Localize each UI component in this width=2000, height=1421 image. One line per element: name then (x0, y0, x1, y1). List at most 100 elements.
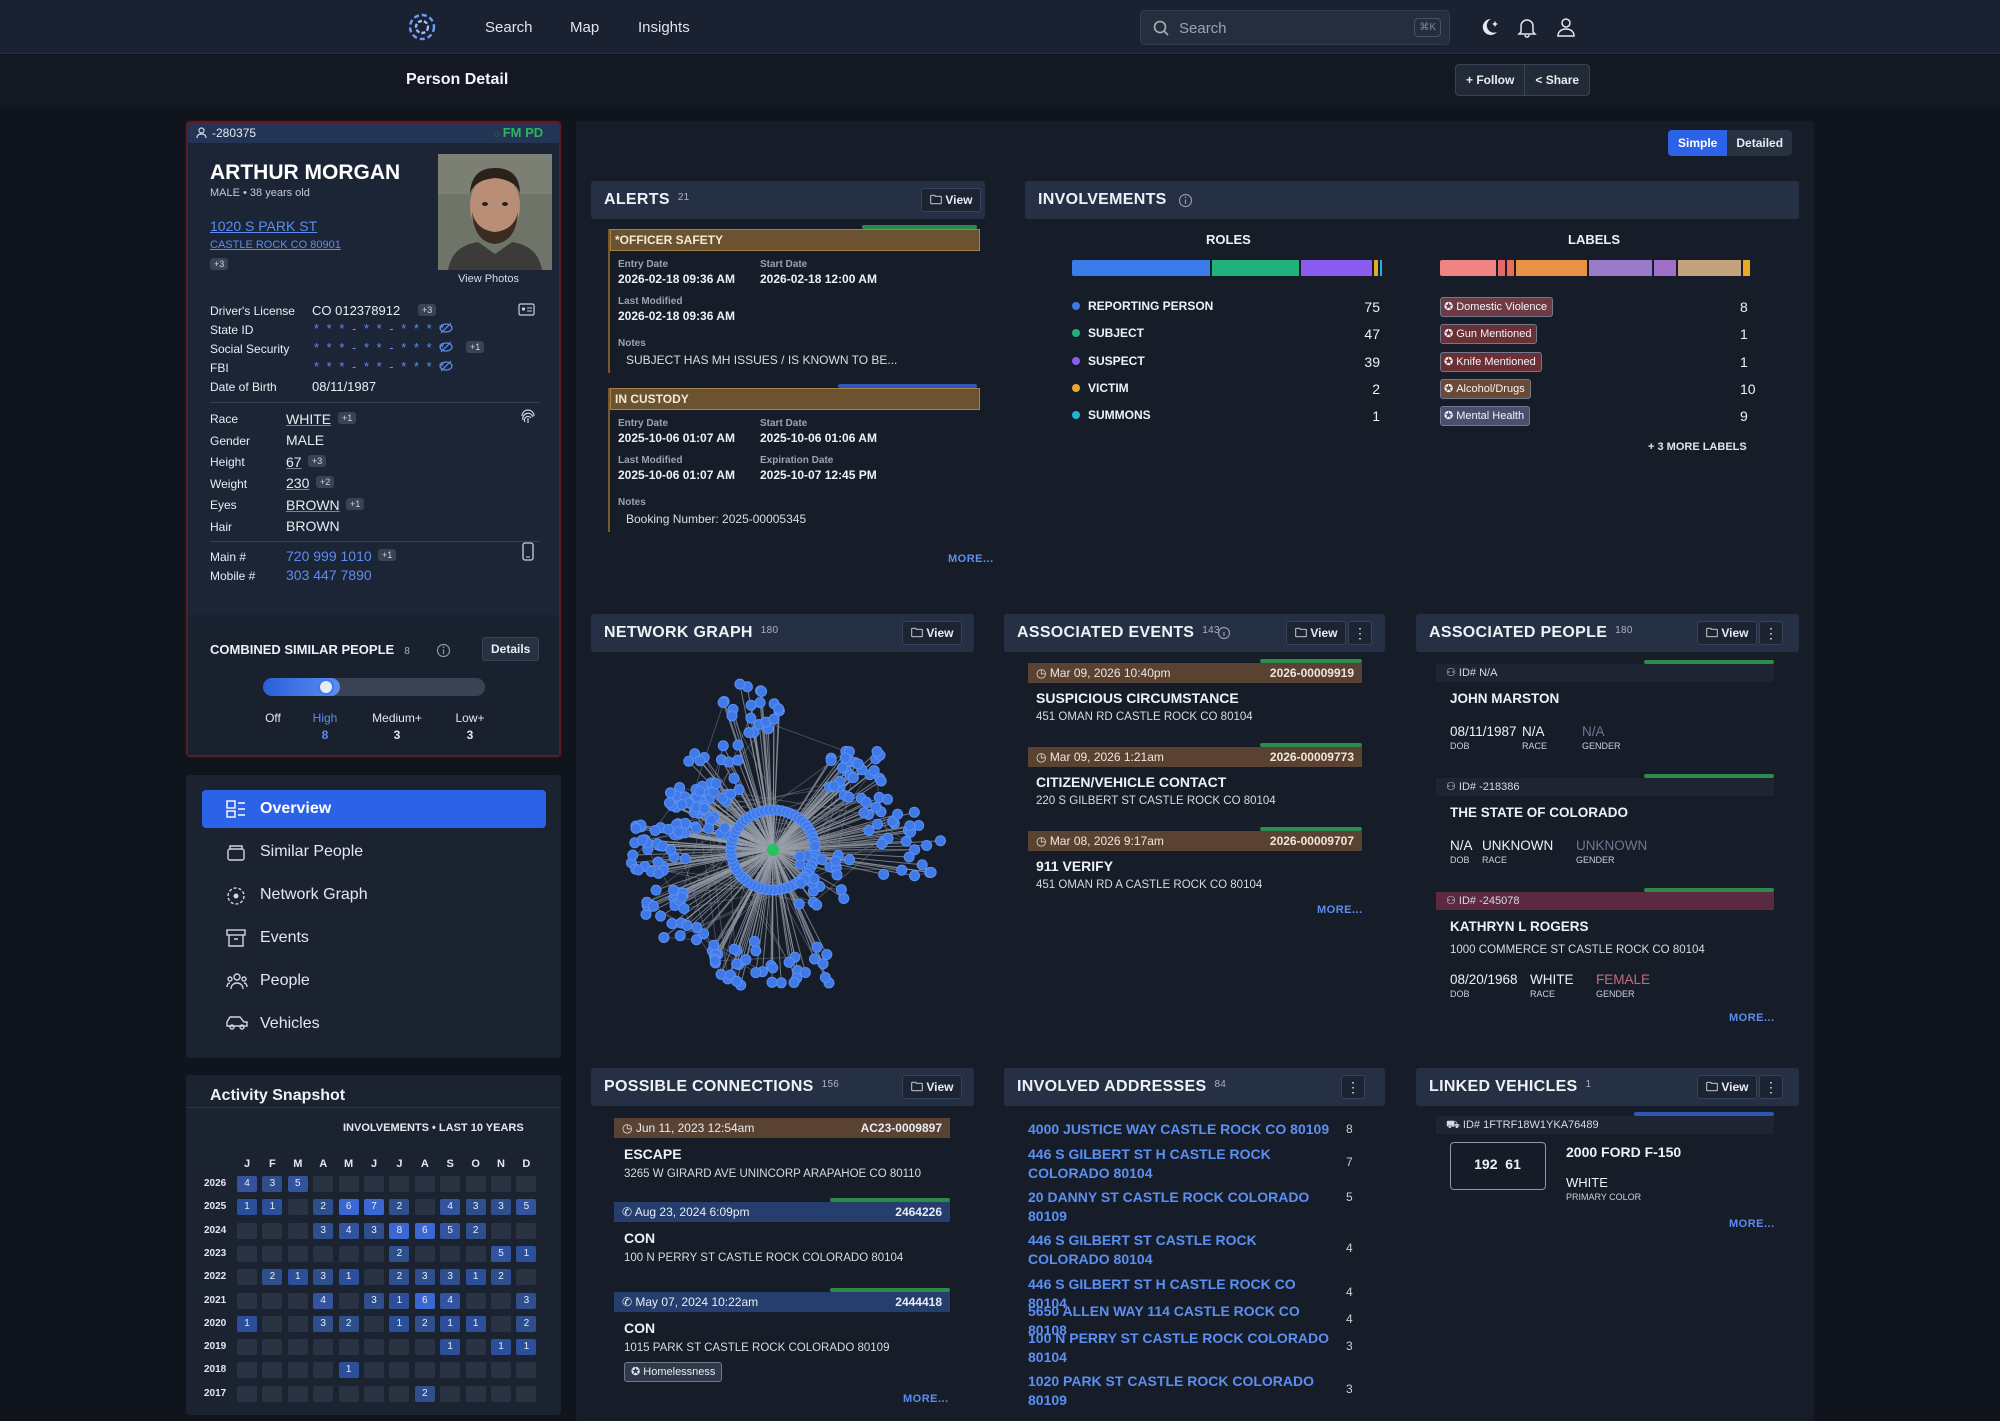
graph-node[interactable] (680, 854, 690, 864)
graph-node[interactable] (732, 976, 742, 986)
share-button[interactable]: < Share (1524, 65, 1589, 95)
main-phone-value[interactable]: 720 999 1010 (286, 548, 372, 564)
heatmap-cell[interactable]: 2 (389, 1199, 409, 1215)
graph-node[interactable] (656, 911, 666, 921)
graph-node[interactable] (692, 923, 702, 933)
graph-node[interactable] (840, 753, 850, 763)
heatmap-cell[interactable] (440, 1362, 460, 1378)
graph-node[interactable] (917, 860, 927, 870)
heatmap-cell[interactable] (313, 1362, 333, 1378)
heatmap-cell[interactable] (237, 1339, 257, 1355)
graph-node[interactable] (677, 800, 687, 810)
person-photo[interactable] (438, 154, 552, 270)
graph-node[interactable] (767, 977, 777, 987)
theme-toggle-icon[interactable] (1478, 16, 1500, 38)
heatmap-cell[interactable] (262, 1386, 282, 1402)
graph-node[interactable] (848, 773, 858, 783)
labels-bar-segment[interactable] (1498, 260, 1505, 276)
heatmap-cell[interactable]: 2 (516, 1316, 536, 1332)
heatmap-cell[interactable]: 2 (389, 1246, 409, 1262)
similarity-level-label[interactable]: Low+ (455, 711, 484, 725)
graph-node[interactable] (836, 885, 846, 895)
graph-node[interactable] (654, 868, 664, 878)
heatmap-cell[interactable] (288, 1339, 308, 1355)
graph-node[interactable] (679, 904, 689, 914)
eyes-value[interactable]: BROWN (286, 497, 340, 513)
simple-view-button[interactable]: Simple (1668, 130, 1727, 156)
graph-node[interactable] (831, 856, 841, 866)
vehicle-card[interactable]: ⛟ ID# 1FTRF18W1YKA76489 192 61 2000 FORD… (1436, 1116, 1774, 1206)
graph-node[interactable] (897, 865, 907, 875)
vehicles-view-button[interactable]: 🗀 View (1697, 1075, 1757, 1099)
heatmap-cell[interactable] (440, 1246, 460, 1262)
people-more-link[interactable]: MORE... (1729, 1012, 1775, 1024)
alerts-view-button[interactable]: 🗀 View (921, 188, 981, 212)
heatmap-cell[interactable]: 2 (466, 1223, 486, 1239)
graph-node[interactable] (905, 821, 915, 831)
heatmap-cell[interactable]: 7 (364, 1199, 384, 1215)
heatmap-cell[interactable] (364, 1339, 384, 1355)
role-row[interactable]: SUSPECT39 (1072, 354, 1380, 372)
heatmap-cell[interactable]: 1 (466, 1316, 486, 1332)
graph-node[interactable] (732, 959, 742, 969)
graph-node[interactable] (877, 839, 887, 849)
graph-node[interactable] (664, 798, 674, 808)
similar-details-button[interactable]: Details (482, 637, 539, 661)
heatmap-cell[interactable]: 3 (262, 1176, 282, 1192)
graph-node[interactable] (720, 823, 730, 833)
heatmap-cell[interactable] (237, 1293, 257, 1309)
heatmap-cell[interactable]: 1 (389, 1316, 409, 1332)
heatmap-cell[interactable] (364, 1176, 384, 1192)
heatmap-cell[interactable]: 1 (262, 1199, 282, 1215)
heatmap-cell[interactable] (339, 1339, 359, 1355)
similarity-level-label[interactable]: Off (265, 711, 281, 725)
role-row[interactable]: VICTIM2 (1072, 381, 1380, 399)
heatmap-cell[interactable] (491, 1293, 511, 1309)
heatmap-cell[interactable]: 1 (491, 1339, 511, 1355)
graph-node[interactable] (829, 781, 839, 791)
heatmap-cell[interactable]: 3 (313, 1223, 333, 1239)
ssn-more-badge[interactable]: +1 (466, 341, 484, 353)
heatmap-cell[interactable] (288, 1223, 308, 1239)
info-icon[interactable] (1217, 626, 1231, 640)
graph-node[interactable] (904, 852, 914, 862)
mobile-phone-value[interactable]: 303 447 7890 (286, 567, 372, 583)
roles-bar-segment[interactable] (1212, 260, 1299, 276)
heatmap-cell[interactable] (364, 1246, 384, 1262)
network-view-button[interactable]: 🗀 View (902, 621, 962, 645)
heatmap-cell[interactable] (237, 1269, 257, 1285)
heatmap-cell[interactable]: 3 (466, 1199, 486, 1215)
graph-node[interactable] (628, 850, 638, 860)
graph-node[interactable] (744, 728, 754, 738)
graph-node[interactable] (789, 978, 799, 988)
heatmap-cell[interactable] (288, 1316, 308, 1332)
heatmap-cell[interactable]: 1 (288, 1269, 308, 1285)
graph-node[interactable] (663, 824, 673, 834)
graph-node[interactable] (861, 797, 871, 807)
heatmap-cell[interactable] (415, 1176, 435, 1192)
labels-bar-segment[interactable] (1516, 260, 1586, 276)
graph-node[interactable] (729, 773, 739, 783)
address-link[interactable]: 1020 PARK ST CASTLE ROCK COLORADO 80109 (1028, 1372, 1338, 1410)
graph-node[interactable] (796, 878, 806, 888)
graph-node[interactable] (746, 700, 756, 710)
labels-bar-segment[interactable] (1440, 260, 1496, 276)
primary-address-line2[interactable]: CASTLE ROCK CO 80901 (210, 239, 341, 251)
connection-tag[interactable]: ✪ Homelessness (624, 1362, 722, 1382)
heatmap-cell[interactable] (491, 1176, 511, 1192)
follow-button[interactable]: + Follow (1456, 65, 1524, 95)
graph-node[interactable] (901, 836, 911, 846)
graph-node[interactable] (665, 788, 675, 798)
heatmap-cell[interactable] (364, 1316, 384, 1332)
events-menu-icon[interactable]: ⋮ (1348, 621, 1372, 645)
graph-node[interactable] (711, 779, 721, 789)
heatmap-cell[interactable]: 8 (389, 1223, 409, 1239)
heatmap-cell[interactable] (466, 1176, 486, 1192)
nav-insights[interactable]: Insights (638, 19, 690, 36)
heatmap-cell[interactable]: 3 (440, 1269, 460, 1285)
info-icon[interactable] (436, 643, 451, 658)
heatmap-cell[interactable] (491, 1362, 511, 1378)
heatmap-cell[interactable] (516, 1386, 536, 1402)
heatmap-cell[interactable]: 3 (516, 1293, 536, 1309)
heatmap-cell[interactable] (364, 1362, 384, 1378)
